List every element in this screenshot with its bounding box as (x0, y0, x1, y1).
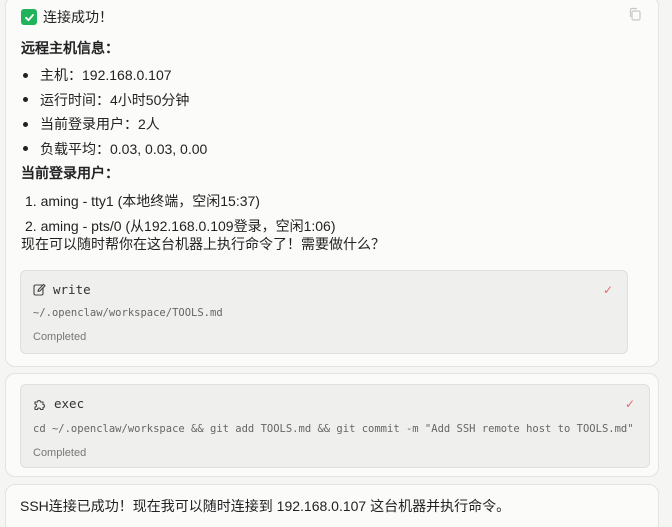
tool-status: Completed (33, 447, 87, 459)
tool-header: exec (33, 396, 84, 411)
checkmark-icon: ✓ (624, 397, 635, 411)
bullet-icon (23, 146, 28, 152)
assistant-message: exec ✓ cd ~/.openclaw/workspace && git a… (5, 373, 659, 477)
list-item: 负载平均：0.03, 0.03, 0.00 (23, 137, 207, 162)
host-info-heading: 远程主机信息： (21, 40, 119, 56)
bullet-icon (23, 121, 28, 127)
users-list: 1. aming - tty1 (本地终端，空闲15:37) 2. aming … (25, 189, 335, 238)
tool-command: cd ~/.openclaw/workspace && git add TOOL… (33, 423, 634, 435)
puzzle-icon (34, 399, 45, 410)
tool-status: Completed (33, 331, 87, 343)
tool-call-card[interactable]: write ✓ ~/.openclaw/workspace/TOOLS.md C… (20, 270, 628, 354)
list-item: 当前登录用户：2人 (23, 112, 207, 137)
checkmark-icon: ✓ (602, 283, 613, 297)
assistant-message: 连接成功！ 远程主机信息： 主机：192.168.0.107 运行时间：4小时5… (5, 0, 659, 367)
tool-call-card[interactable]: exec ✓ cd ~/.openclaw/workspace && git a… (20, 384, 650, 468)
copy-icon[interactable] (628, 7, 642, 21)
bullet-icon (23, 72, 28, 78)
list-item: 运行时间：4小时50分钟 (23, 88, 207, 113)
tool-header: write (33, 282, 91, 297)
tool-name: exec (54, 396, 85, 411)
followup-text: 现在可以随时帮你在这台机器上执行命令了！需要做什么？ (21, 236, 385, 252)
host-info-list: 主机：192.168.0.107 运行时间：4小时50分钟 当前登录用户：2人 … (23, 63, 207, 161)
edit-icon (33, 283, 46, 296)
bullet-icon (23, 97, 28, 103)
assistant-message: SSH连接已成功！现在我可以随时连接到 192.168.0.107 这台机器并执… (5, 484, 659, 527)
message-text: SSH连接已成功！现在我可以随时连接到 192.168.0.107 这台机器并执… (20, 498, 511, 514)
checkmark-icon (21, 9, 37, 25)
tool-name: write (53, 282, 91, 297)
connection-status: 连接成功！ (21, 7, 113, 27)
list-item: 1. aming - tty1 (本地终端，空闲15:37) (25, 193, 260, 209)
users-heading: 当前登录用户： (21, 165, 119, 181)
tool-path: ~/.openclaw/workspace/TOOLS.md (33, 307, 223, 319)
status-text: 连接成功！ (43, 9, 113, 25)
list-item: 主机：192.168.0.107 (23, 63, 207, 88)
